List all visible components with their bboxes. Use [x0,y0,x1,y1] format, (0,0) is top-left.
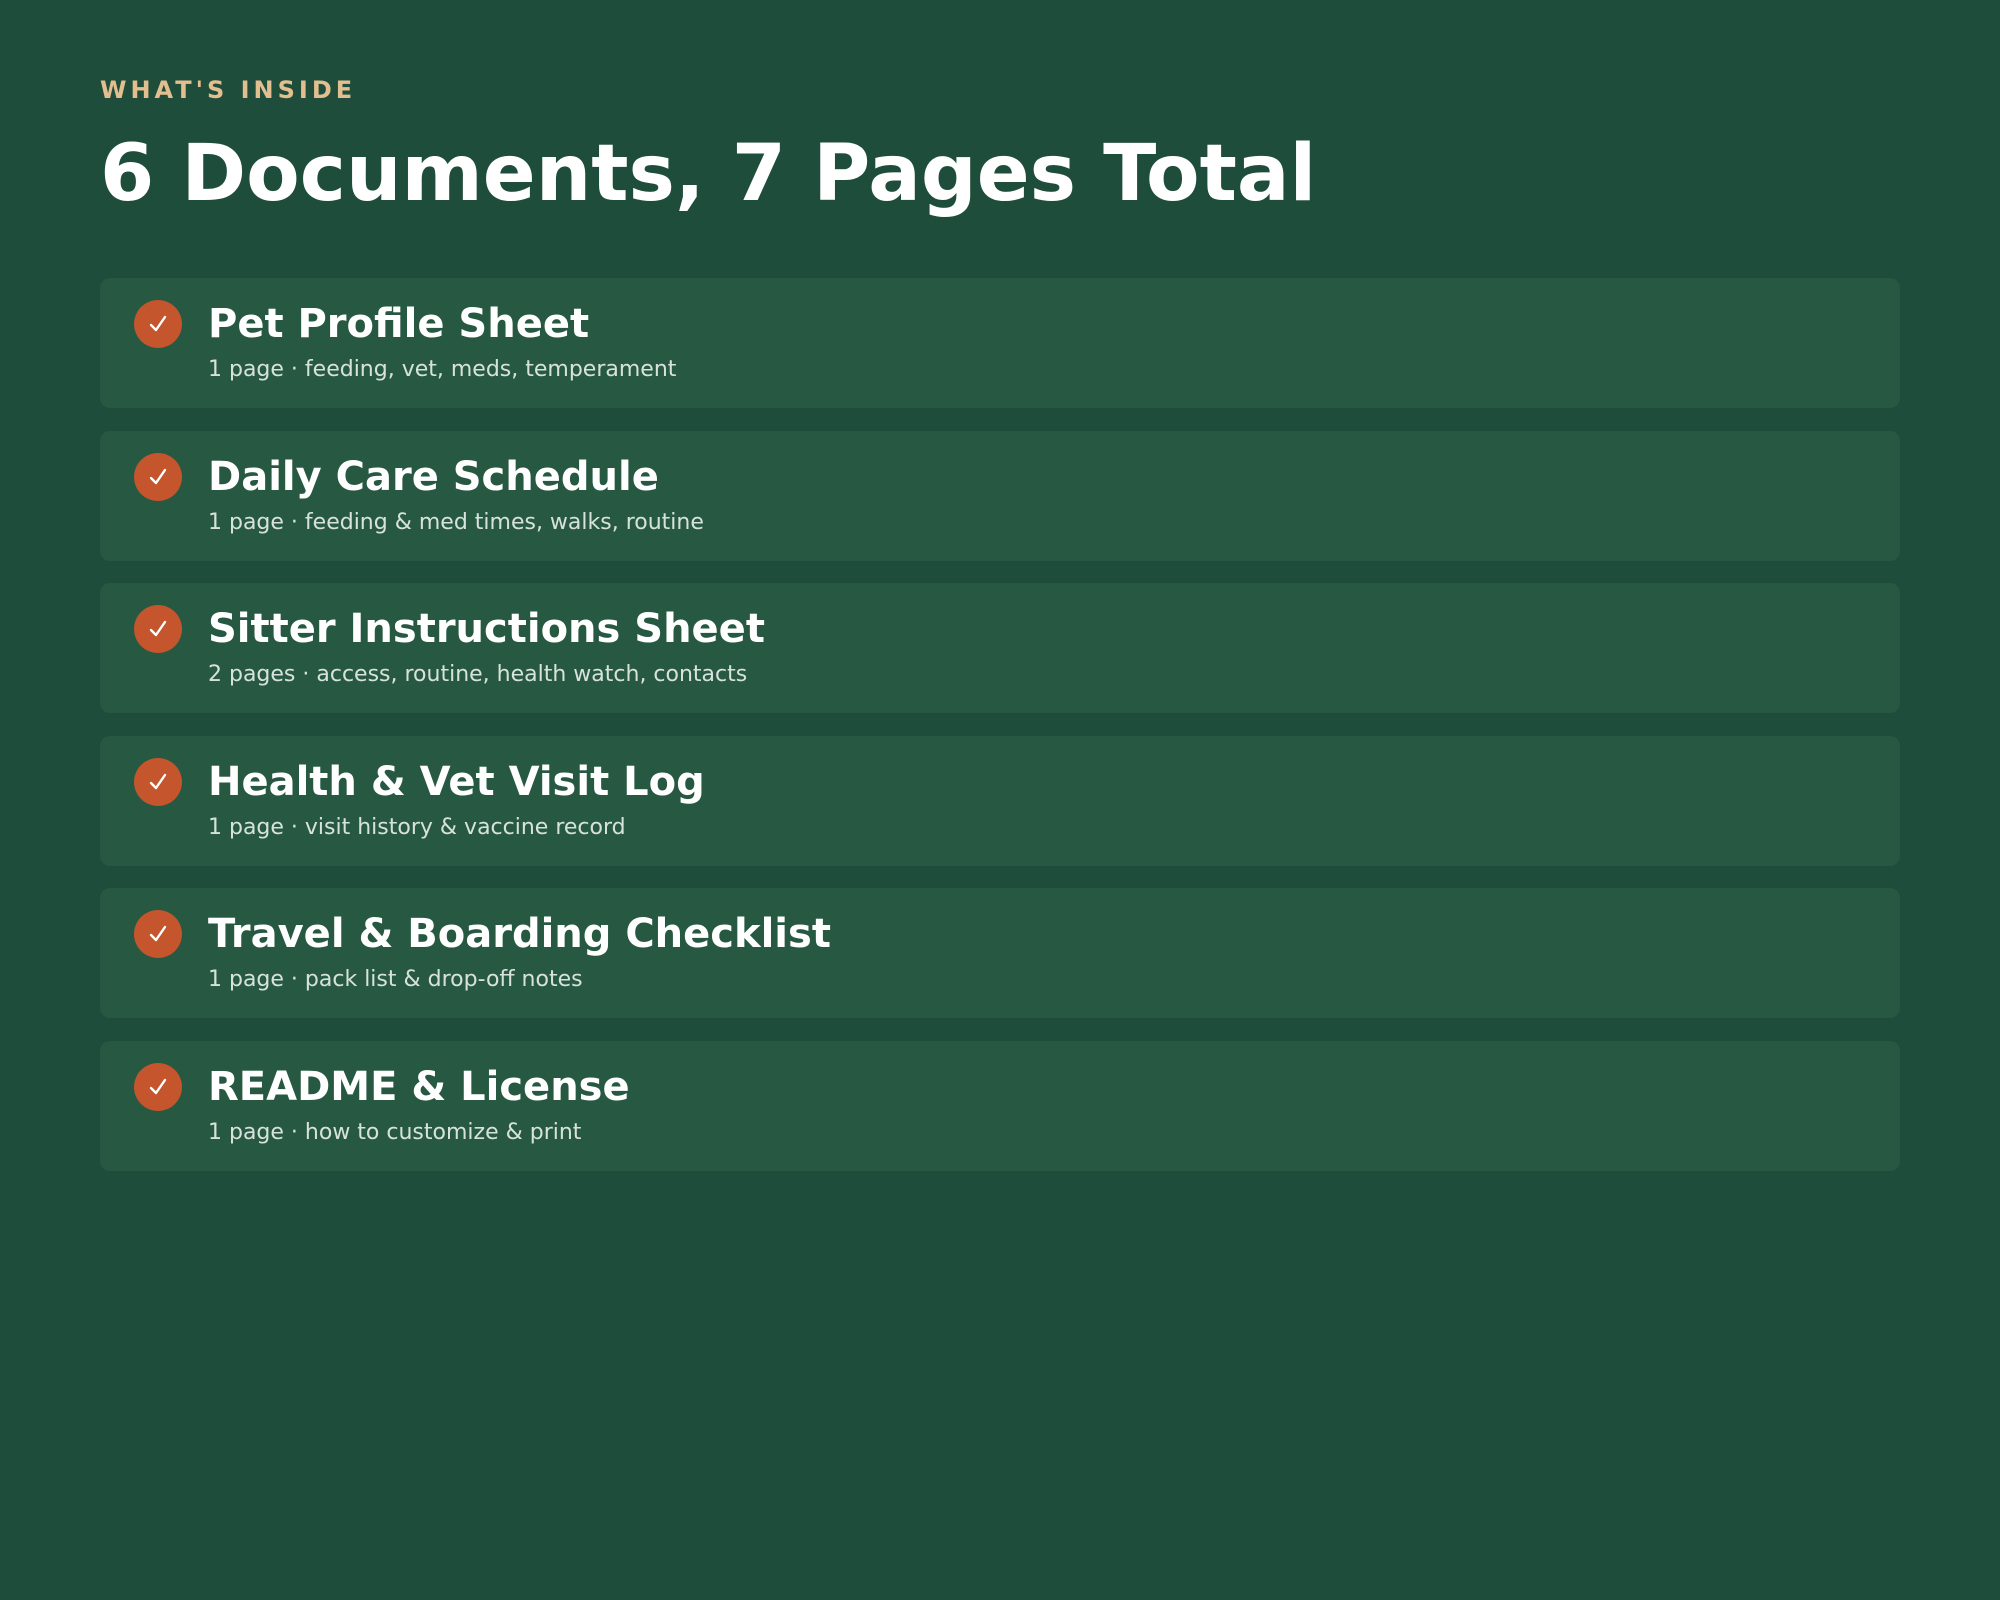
document-title: Daily Care Schedule [208,453,659,500]
list-item: Travel & Boarding Checklist 1 page · pac… [100,888,1900,1018]
document-description: 1 page · pack list & drop-off notes [208,967,583,992]
list-item: Daily Care Schedule 1 page · feeding & m… [100,430,1900,561]
list-item: README & License 1 page · how to customi… [100,1040,1900,1171]
document-description: 1 page · how to customize & print [208,1119,582,1145]
page-title: 6 Documents, 7 Pages Total [100,129,1317,219]
check-icon [134,452,182,501]
section-eyebrow: WHAT'S INSIDE [100,76,357,104]
document-description: 1 page · feeding & med times, walks, rou… [208,509,704,535]
document-title: Health & Vet Visit Log [208,758,705,805]
list-item: Sitter Instructions Sheet 2 pages · acce… [100,583,1900,713]
check-icon [134,605,182,653]
check-icon [134,910,182,958]
document-title: Travel & Boarding Checklist [208,911,831,957]
document-description: 1 page · visit history & vaccine record [208,814,626,840]
document-title: Sitter Instructions Sheet [208,606,765,652]
check-icon [134,757,182,806]
page: WHAT'S INSIDE 6 Documents, 7 Pages Total… [0,0,2000,1600]
document-description: 2 pages · access, routine, health watch,… [208,662,748,687]
document-title: README & License [208,1063,630,1110]
list-item: Pet Profile Sheet 1 page · feeding, vet,… [100,278,1900,408]
document-list: Pet Profile Sheet 1 page · feeding, vet,… [100,278,1900,1193]
document-title: Pet Profile Sheet [208,301,590,347]
document-description: 1 page · feeding, vet, meds, temperament [208,357,677,382]
check-icon [134,1062,182,1111]
list-item: Health & Vet Visit Log 1 page · visit hi… [100,735,1900,866]
check-icon [134,300,182,348]
